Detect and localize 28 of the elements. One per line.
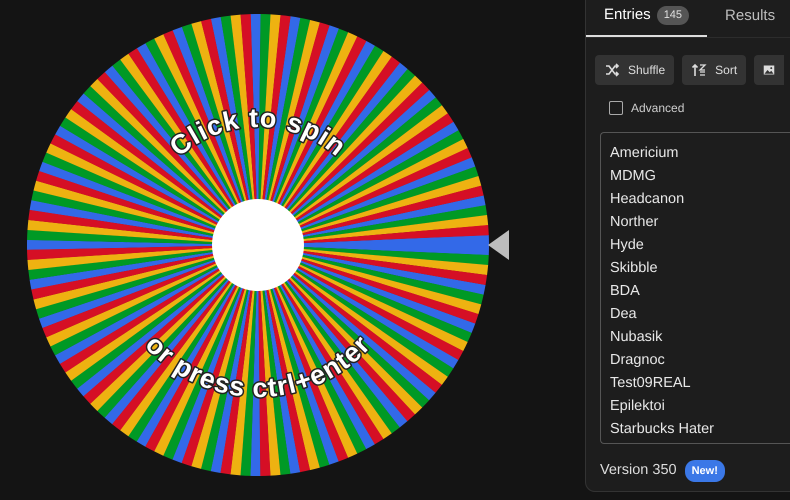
new-badge: New! (684, 460, 725, 482)
entry-line: Nubasik (610, 328, 664, 346)
toolbar-button[interactable]: Shuffle (595, 54, 674, 84)
sort-icon (691, 62, 708, 78)
entry-line: Norther (610, 212, 660, 232)
count-badge: 145 (656, 6, 690, 24)
entry-line: Headcanon (610, 190, 686, 208)
tab[interactable]: Results (707, 0, 790, 36)
entry-line: Starbucks Hater (610, 420, 715, 438)
advanced-checkbox[interactable] (609, 100, 623, 114)
entry-line: Skibble (610, 258, 659, 278)
advanced-label: Advanced (631, 100, 684, 116)
entry-line: BDA (610, 282, 641, 300)
entry-line: Dragnoc (610, 350, 666, 370)
entry-line: Epilektoi (610, 396, 666, 416)
pointer-icon (488, 230, 509, 260)
entry-line: Dea (610, 304, 638, 324)
entry-line: MDMG (610, 166, 657, 186)
tab[interactable]: Entries 145 (586, 0, 708, 36)
image-button[interactable] (754, 54, 784, 84)
entry-line: Hyde (610, 236, 645, 254)
entry-line: Americium (610, 144, 680, 162)
spin-wheel-drawing[interactable] (27, 14, 489, 476)
shuffle-icon (604, 62, 620, 78)
version-label: Version 350 (600, 460, 677, 480)
toolbar-button[interactable]: Sort (682, 54, 746, 84)
entries-field[interactable]: Americium MDMG Headcanon Norther Hyde Skibble BDA Dea Nubasik Dragnoc Test09REAL Epilektoi Starbucks Hater (600, 132, 790, 444)
entry-line: Test09REAL (610, 374, 692, 392)
